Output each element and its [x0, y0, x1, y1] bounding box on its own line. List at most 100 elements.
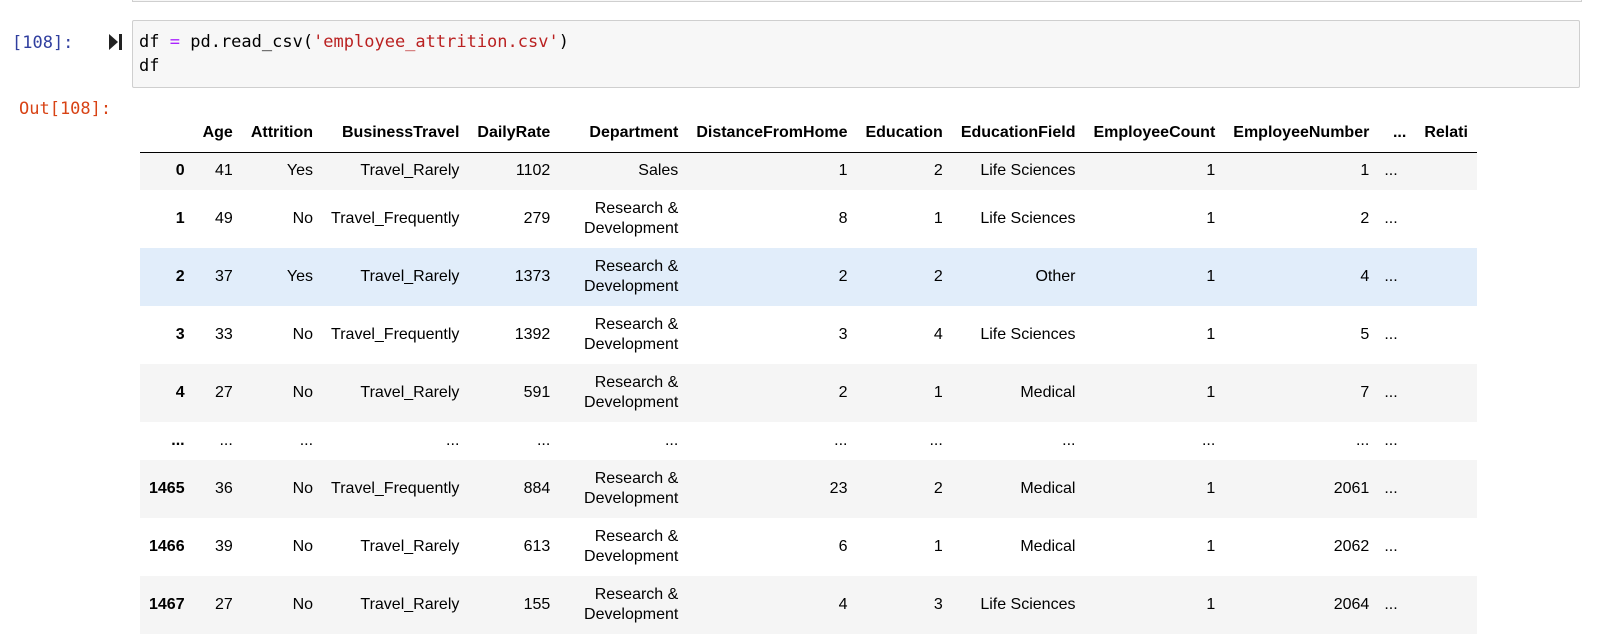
table-row[interactable]: 2 37 Yes Travel_Rarely 1373 Research & Develo…: [140, 248, 1477, 306]
table-cell: ...: [299, 432, 314, 449]
table-cell: 36: [215, 480, 233, 497]
table-cell: No: [292, 384, 314, 401]
table-cell: [1415, 422, 1477, 460]
table-cell: Research & Development: [584, 528, 679, 565]
column-header: EducationField: [951, 108, 1085, 153]
table-cell: 4: [933, 326, 943, 343]
table-cell: Research & Development: [584, 200, 679, 237]
table-cell: Life Sciences: [980, 326, 1076, 343]
table-cell: 1: [1206, 268, 1216, 285]
table-cell: 279: [523, 210, 551, 227]
table-cell: 1: [1206, 162, 1216, 180]
table-row[interactable]: 0 41 Yes Travel_Rarely 1102 Sales 1 2 Life Scien…: [140, 152, 1477, 190]
table-cell: Sales: [638, 162, 679, 180]
table-cell: 1: [1206, 596, 1216, 613]
row-index: ...: [171, 432, 185, 449]
column-header: EmployeeCount: [1084, 108, 1225, 153]
table-cell: Research & Development: [584, 586, 679, 623]
table-cell: ...: [1062, 432, 1076, 449]
table-cell: Travel_Rarely: [360, 596, 460, 613]
column-header: EmployeeNumber: [1224, 108, 1379, 153]
table-cell: 39: [215, 538, 233, 555]
table-cell: Medical: [1020, 480, 1076, 497]
table-cell: No: [292, 210, 314, 227]
table-cell: 613: [523, 538, 551, 555]
table-cell: 49: [215, 210, 233, 227]
table-cell: 6: [838, 538, 848, 555]
table-cell: 2064: [1333, 596, 1370, 613]
output-area[interactable]: Age Attrition BusinessTravel DailyRate Depar…: [140, 108, 1580, 635]
table-cell: No: [292, 326, 314, 343]
row-index: 1467: [149, 596, 185, 613]
table-cell: Travel_Rarely: [360, 384, 460, 401]
table-cell: ...: [536, 432, 551, 449]
table-cell: ...: [1384, 538, 1398, 555]
table-cell: Life Sciences: [980, 596, 1076, 613]
table-cell: 27: [215, 384, 233, 401]
table-cell: 1392: [514, 326, 551, 343]
table-cell: 8: [838, 210, 848, 227]
table-row[interactable]: 1466 39 No Travel_Rarely 613 Research & Devel…: [140, 518, 1477, 576]
table-cell: 2: [838, 384, 848, 401]
table-cell: [1415, 518, 1477, 576]
table-row[interactable]: 1467 27 No Travel_Rarely 155 Research & Devel…: [140, 576, 1477, 634]
table-cell: Travel_Frequently: [331, 210, 460, 227]
table-cell: 1: [933, 538, 943, 555]
table-cell: ...: [1384, 596, 1398, 613]
table-cell: Medical: [1020, 384, 1076, 401]
table-cell: 33: [215, 326, 233, 343]
table-cell: 2061: [1333, 480, 1370, 497]
table-cell: Travel_Rarely: [360, 162, 460, 180]
table-cell: 23: [829, 480, 848, 497]
table-cell: 2: [1360, 210, 1370, 227]
output-prompt: Out[108]:: [19, 99, 112, 119]
index-header: [140, 108, 194, 153]
table-cell: Research & Development: [584, 470, 679, 507]
table-cell: 884: [523, 480, 551, 497]
table-cell: 1: [1206, 480, 1216, 497]
table-cell: Travel_Rarely: [360, 538, 460, 555]
table-cell: Research & Development: [584, 316, 679, 353]
table-cell: Research & Development: [584, 374, 679, 411]
table-cell: ...: [1384, 384, 1398, 401]
table-cell: ...: [1355, 432, 1370, 449]
table-cell: 7: [1360, 384, 1370, 401]
column-header: Relati: [1415, 108, 1477, 153]
column-header: ...: [1378, 108, 1416, 153]
table-row[interactable]: 1465 36 No Travel_Frequently 884 Research & D…: [140, 460, 1477, 518]
collapse-toggle-icon[interactable]: [108, 32, 124, 52]
table-cell: ...: [1384, 326, 1398, 343]
column-header: Age: [193, 108, 242, 153]
notebook-page: [108]: df = pd.read_csv('employee_attrit…: [0, 0, 1619, 635]
table-cell: 155: [523, 596, 551, 613]
table-cell: 5: [1360, 326, 1370, 343]
previous-cell-edge[interactable]: [132, 0, 1582, 2]
table-cell: ...: [1384, 480, 1398, 497]
table-cell: ...: [1201, 432, 1216, 449]
row-index: 4: [175, 384, 185, 401]
table-row[interactable]: 1 49 No Travel_Frequently 279 Research & Deve…: [140, 190, 1477, 248]
code-line-2: df: [139, 56, 160, 76]
table-cell: ...: [929, 432, 943, 449]
table-row[interactable]: 4 27 No Travel_Rarely 591 Research & Developm…: [140, 364, 1477, 422]
table-cell: 1: [1360, 162, 1370, 180]
table-cell: [1415, 248, 1477, 306]
table-row[interactable]: 3 33 No Travel_Frequently 1392 Research & Dev…: [140, 306, 1477, 364]
column-header: DailyRate: [468, 108, 560, 153]
table-cell: 2: [933, 480, 943, 497]
row-index: 1: [175, 210, 185, 227]
table-row[interactable]: ....................................: [140, 422, 1477, 460]
table-cell: [1415, 306, 1477, 364]
table-cell: 1: [933, 210, 943, 227]
code-editor[interactable]: df = pd.read_csv('employee_attrition.csv…: [132, 20, 1580, 88]
table-cell: 41: [215, 162, 233, 180]
table-cell: 1: [1206, 384, 1216, 401]
table-cell: ...: [1384, 268, 1398, 285]
column-header: DistanceFromHome: [687, 108, 857, 153]
row-index: 1466: [149, 538, 185, 555]
table-cell: 2062: [1333, 538, 1370, 555]
table-cell: [1415, 460, 1477, 518]
table-cell: 1: [1206, 538, 1216, 555]
row-index: 1465: [149, 480, 185, 497]
table-cell: [1415, 152, 1477, 190]
